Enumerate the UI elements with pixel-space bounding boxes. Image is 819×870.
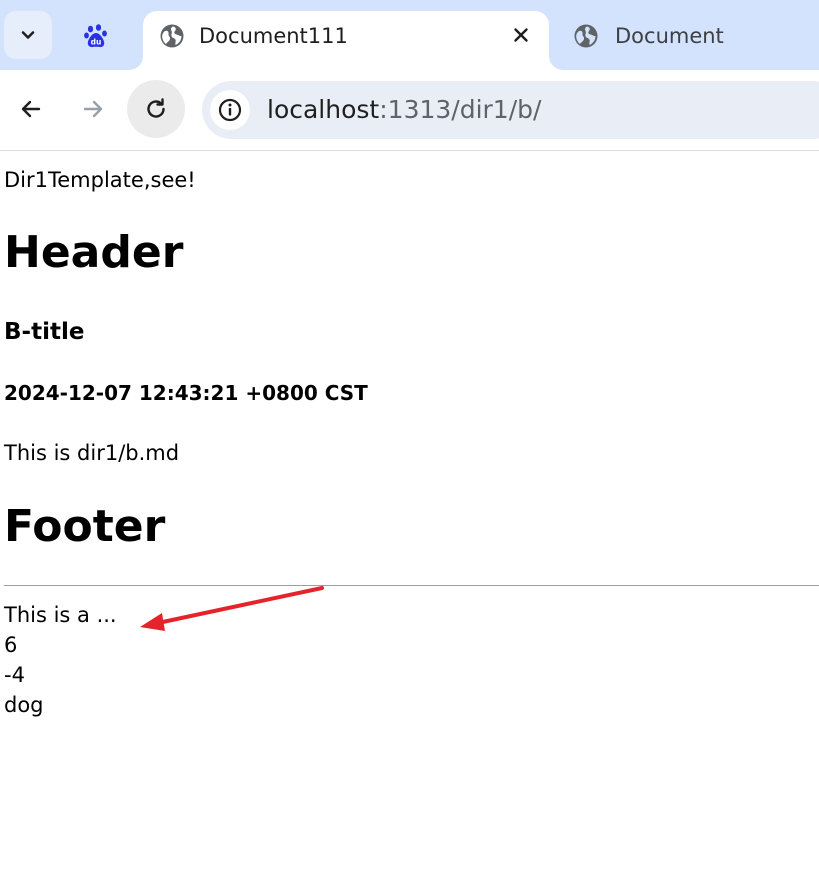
browser-toolbar: localhost:1313/dir1/b/ — [0, 70, 819, 151]
page-footer: Footer — [4, 501, 166, 552]
forward-button[interactable] — [64, 80, 122, 138]
tab-title: Document111 — [199, 24, 348, 48]
globe-icon — [160, 24, 184, 48]
url-host: localhost — [267, 95, 380, 124]
page-header: Header — [4, 227, 184, 278]
close-icon — [514, 28, 528, 42]
page-date: 2024-12-07 12:43:21 +0800 CST — [4, 381, 368, 405]
forward-arrow-icon — [83, 100, 103, 118]
baidu-paw-icon: du — [84, 24, 107, 48]
footer-line: This is a ... — [4, 603, 117, 627]
globe-icon — [574, 24, 598, 48]
tab-active[interactable]: Document111 — [143, 11, 549, 70]
info-icon — [218, 98, 242, 122]
url-text[interactable]: localhost:1313/dir1/b/ — [267, 94, 541, 126]
site-info-button[interactable] — [210, 90, 250, 130]
chevron-down-icon — [21, 31, 35, 39]
tab-strip: du Document111 Document — [0, 0, 819, 70]
footer-line: 6 — [4, 633, 18, 657]
page-content: Dir1Template,see! Header B-title 2024-12… — [0, 152, 819, 870]
horizontal-rule — [4, 585, 819, 586]
reload-button[interactable] — [127, 80, 185, 138]
reload-icon — [147, 98, 165, 118]
footer-line: -4 — [4, 663, 25, 687]
pinned-tab-baidu[interactable]: du — [78, 18, 114, 54]
intro-text: Dir1Template,see! — [4, 168, 196, 192]
close-tab-button[interactable] — [507, 21, 535, 49]
body-text: This is dir1/b.md — [4, 441, 180, 465]
url-path: :1313/dir1/b/ — [379, 95, 542, 124]
address-bar[interactable]: localhost:1313/dir1/b/ — [202, 81, 819, 139]
tab-inactive[interactable]: Document — [562, 11, 819, 63]
tab-search-button[interactable] — [4, 11, 52, 59]
svg-text:du: du — [91, 38, 102, 47]
back-button[interactable] — [2, 80, 60, 138]
tab-title: Document — [615, 24, 724, 48]
footer-line: dog — [4, 693, 44, 717]
page-title: B-title — [4, 319, 85, 345]
back-arrow-icon — [21, 100, 41, 118]
